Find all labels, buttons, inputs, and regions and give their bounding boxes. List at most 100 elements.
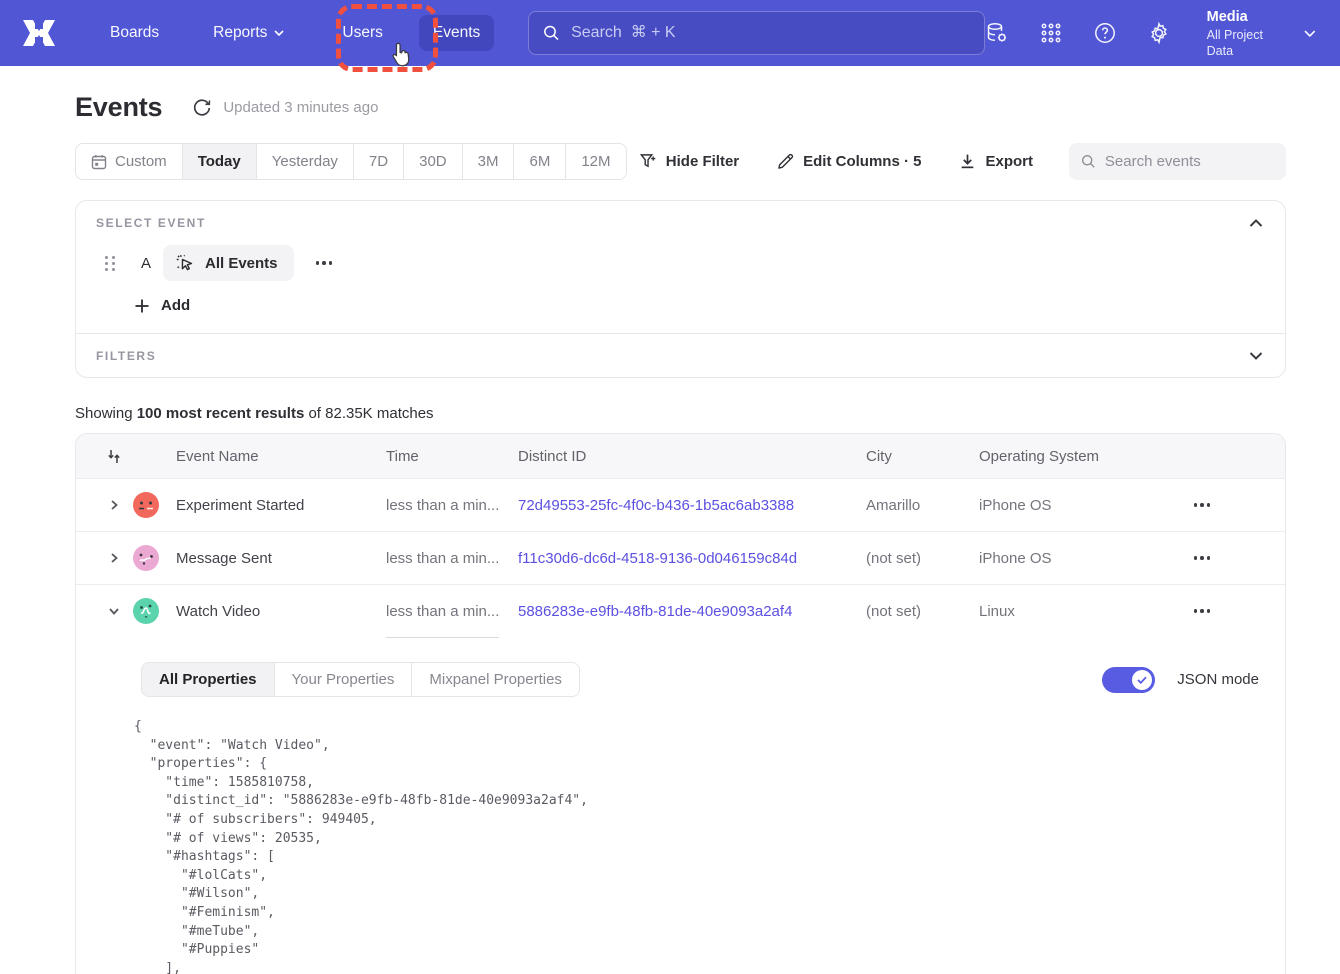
help-icon[interactable] <box>1093 21 1117 45</box>
nav-items: Boards Reports Users Events <box>96 15 494 51</box>
date-range-6m[interactable]: 6M <box>514 144 566 179</box>
table-row[interactable]: Message Sent less than a min... f11c30d6… <box>76 531 1285 584</box>
date-range-group: Custom Today Yesterday 7D 30D 3M 6M 12M <box>75 143 627 180</box>
event-json-code: { "event": "Watch Video", "properties": … <box>134 718 1259 974</box>
event-avatar <box>132 544 160 572</box>
json-mode-control: JSON mode <box>1102 667 1259 693</box>
event-cursor-icon <box>175 253 195 273</box>
chevron-right-icon[interactable] <box>109 500 119 510</box>
cell-time: less than a min... <box>386 497 518 514</box>
date-range-label: 3M <box>478 153 499 170</box>
cell-time: less than a min... <box>386 550 518 567</box>
date-range-12m[interactable]: 12M <box>566 144 625 179</box>
download-icon <box>959 153 976 170</box>
json-mode-toggle[interactable] <box>1102 667 1155 693</box>
date-range-3m[interactable]: 3M <box>463 144 515 179</box>
json-mode-label: JSON mode <box>1177 671 1259 688</box>
date-range-label: Custom <box>115 153 167 170</box>
project-switcher[interactable]: Media All Project Data <box>1207 8 1316 59</box>
table-row[interactable]: Experiment Started less than a min... 72… <box>76 478 1285 531</box>
event-selector-row: A All Events <box>105 245 1285 281</box>
chevron-down-icon <box>1304 30 1316 37</box>
all-events-chip[interactable]: All Events <box>163 245 294 281</box>
add-event-button[interactable]: Add <box>135 297 190 314</box>
cell-os: iPhone OS <box>979 550 1139 567</box>
time-cell-divider <box>386 637 499 638</box>
col-header-distinct-id[interactable]: Distinct ID <box>518 448 866 465</box>
date-range-7d[interactable]: 7D <box>354 144 404 179</box>
cell-city: (not set) <box>866 550 979 567</box>
cell-os: Linux <box>979 603 1139 620</box>
tab-all-properties[interactable]: All Properties <box>142 663 275 696</box>
cell-distinct-id-link[interactable]: 72d49553-25fc-4f0c-b436-1b5ac6ab3388 <box>518 497 866 514</box>
date-range-today[interactable]: Today <box>183 144 257 179</box>
date-range-label: Yesterday <box>272 153 338 170</box>
results-suffix: of 82.35K matches <box>304 405 433 422</box>
apps-grid-icon[interactable] <box>1039 21 1063 45</box>
col-header-city[interactable]: City <box>866 448 979 465</box>
toolbar: Custom Today Yesterday 7D 30D 3M 6M 12M … <box>75 143 1286 180</box>
cell-city: (not set) <box>866 603 979 620</box>
row-more-options-icon[interactable] <box>1188 550 1217 566</box>
page: Boards Reports Users Events <box>0 0 1340 974</box>
chevron-right-icon[interactable] <box>109 553 119 563</box>
sort-icon[interactable] <box>107 449 121 464</box>
filter-funnel-icon <box>640 153 657 170</box>
col-header-time[interactable]: Time <box>386 448 518 465</box>
add-label: Add <box>161 297 190 314</box>
date-range-label: 7D <box>369 153 388 170</box>
nav-item-label: Boards <box>110 24 159 42</box>
chevron-up-icon[interactable] <box>1249 219 1263 228</box>
tab-mixpanel-properties[interactable]: Mixpanel Properties <box>412 663 579 696</box>
results-prefix: Showing <box>75 405 137 422</box>
tab-label: All Properties <box>159 671 257 688</box>
data-management-icon[interactable] <box>985 21 1009 45</box>
nav-item-events[interactable]: Events <box>419 15 494 51</box>
all-events-label: All Events <box>205 255 278 272</box>
tab-label: Your Properties <box>292 671 395 688</box>
event-more-options-icon[interactable] <box>310 255 339 271</box>
table-header-row: Event Name Time Distinct ID City Operati… <box>76 434 1285 478</box>
filters-section[interactable]: FILTERS <box>76 334 1285 377</box>
row-more-options-icon[interactable] <box>1188 497 1217 513</box>
drag-handle[interactable] <box>105 256 115 271</box>
nav-item-users[interactable]: Users <box>328 15 396 51</box>
date-range-label: 12M <box>581 153 610 170</box>
nav-item-label: Reports <box>213 24 267 42</box>
chevron-down-icon[interactable] <box>1249 351 1263 360</box>
project-scope: All Project Data <box>1207 27 1291 59</box>
cell-city: Amarillo <box>866 497 979 514</box>
hide-filter-button[interactable]: Hide Filter <box>636 147 743 176</box>
settings-gear-icon[interactable] <box>1147 21 1171 45</box>
chevron-down-icon[interactable] <box>109 606 119 616</box>
select-event-label: SELECT EVENT <box>96 216 206 230</box>
col-header-os[interactable]: Operating System <box>979 448 1139 465</box>
search-events-input[interactable] <box>1105 153 1274 170</box>
date-range-custom[interactable]: Custom <box>76 144 183 179</box>
date-range-30d[interactable]: 30D <box>404 144 463 179</box>
edit-columns-button[interactable]: Edit Columns · 5 <box>773 147 925 176</box>
table-row-expanded[interactable]: Watch Video less than a min... 5886283e-… <box>76 584 1285 637</box>
row-more-options-icon[interactable] <box>1188 603 1217 619</box>
row-detail-panel: All Properties Your Properties Mixpanel … <box>76 637 1285 974</box>
date-range-yesterday[interactable]: Yesterday <box>257 144 354 179</box>
refresh-icon[interactable] <box>192 98 212 118</box>
event-avatar <box>132 597 160 625</box>
nav-item-boards[interactable]: Boards <box>96 15 173 51</box>
toggle-knob <box>1132 670 1152 690</box>
col-header-event-name[interactable]: Event Name <box>176 448 386 465</box>
global-search-input[interactable] <box>571 24 970 42</box>
top-navbar: Boards Reports Users Events <box>0 0 1340 66</box>
edit-columns-label: Edit Columns · 5 <box>803 153 921 170</box>
global-search[interactable] <box>528 11 984 55</box>
tab-your-properties[interactable]: Your Properties <box>275 663 413 696</box>
export-button[interactable]: Export <box>955 147 1037 176</box>
nav-item-reports[interactable]: Reports <box>199 15 298 51</box>
select-event-header: SELECT EVENT <box>76 201 1285 230</box>
cell-distinct-id-link[interactable]: f11c30d6-dc6d-4518-9136-0d046159c84d <box>518 550 866 567</box>
toolbar-actions: Hide Filter Edit Columns · 5 Export <box>636 143 1286 180</box>
search-events-box[interactable] <box>1069 143 1286 180</box>
mixpanel-logo-icon[interactable] <box>22 20 56 46</box>
cell-distinct-id-link[interactable]: 5886283e-e9fb-48fb-81de-40e9093a2af4 <box>518 603 866 620</box>
date-range-label: 6M <box>529 153 550 170</box>
